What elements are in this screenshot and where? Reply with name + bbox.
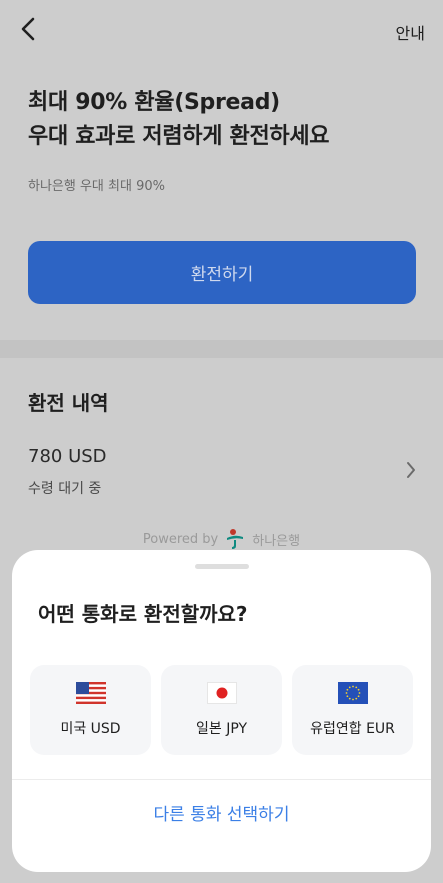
top-bar: 안내 [0,0,443,60]
hana-bank-logo-icon [227,529,244,549]
exchange-button[interactable]: 환전하기 [28,241,416,304]
currency-bottom-sheet: 어떤 통화로 환전할까요? 미국 USD 일본 JPY 유럽연합 EUR 다른 … [12,550,431,872]
hero-headline: 최대 90% 환율(Spread) 우대 효과로 저렴하게 환전하세요 [28,86,330,154]
sheet-divider [12,779,431,780]
info-link[interactable]: 안내 [396,20,425,44]
currency-option-jpy[interactable]: 일본 JPY [161,665,282,755]
powered-by: Powered by 하나은행 [0,528,443,550]
currency-label-jpy: 일본 JPY [195,721,248,737]
history-amount: 780 USD [28,446,107,467]
hero-headline-line1: 최대 90% 환율(Spread) [28,90,280,115]
powered-by-prefix: Powered by [142,531,219,547]
history-title: 환전 내역 [28,391,109,415]
currency-option-eur[interactable]: 유럽연합 EUR [292,665,413,755]
sheet-grabber[interactable] [194,564,249,569]
eu-flag-icon [337,682,368,704]
currency-options: 미국 USD 일본 JPY 유럽연합 EUR [30,665,413,755]
history-status: 수령 대기 중 [28,481,102,497]
currency-label-eur: 유럽연합 EUR [310,721,395,737]
section-divider [0,340,443,358]
hero-subtext: 하나은행 우대 최대 90% [28,179,165,194]
chevron-left-icon [21,17,35,41]
sheet-title: 어떤 통화로 환전할까요? [38,602,248,626]
history-item[interactable]: 780 USD 수령 대기 중 [0,440,443,504]
chevron-right-icon [407,462,415,478]
other-currency-button[interactable]: 다른 통화 선택하기 [12,800,431,825]
us-flag-icon [75,682,106,704]
currency-option-usd[interactable]: 미국 USD [30,665,151,755]
powered-by-bank: 하나은행 [252,533,301,549]
hero-headline-line2: 우대 효과로 저렴하게 환전하세요 [28,124,330,149]
japan-flag-icon [206,682,237,704]
back-button[interactable] [14,14,42,44]
currency-label-usd: 미국 USD [60,721,121,737]
